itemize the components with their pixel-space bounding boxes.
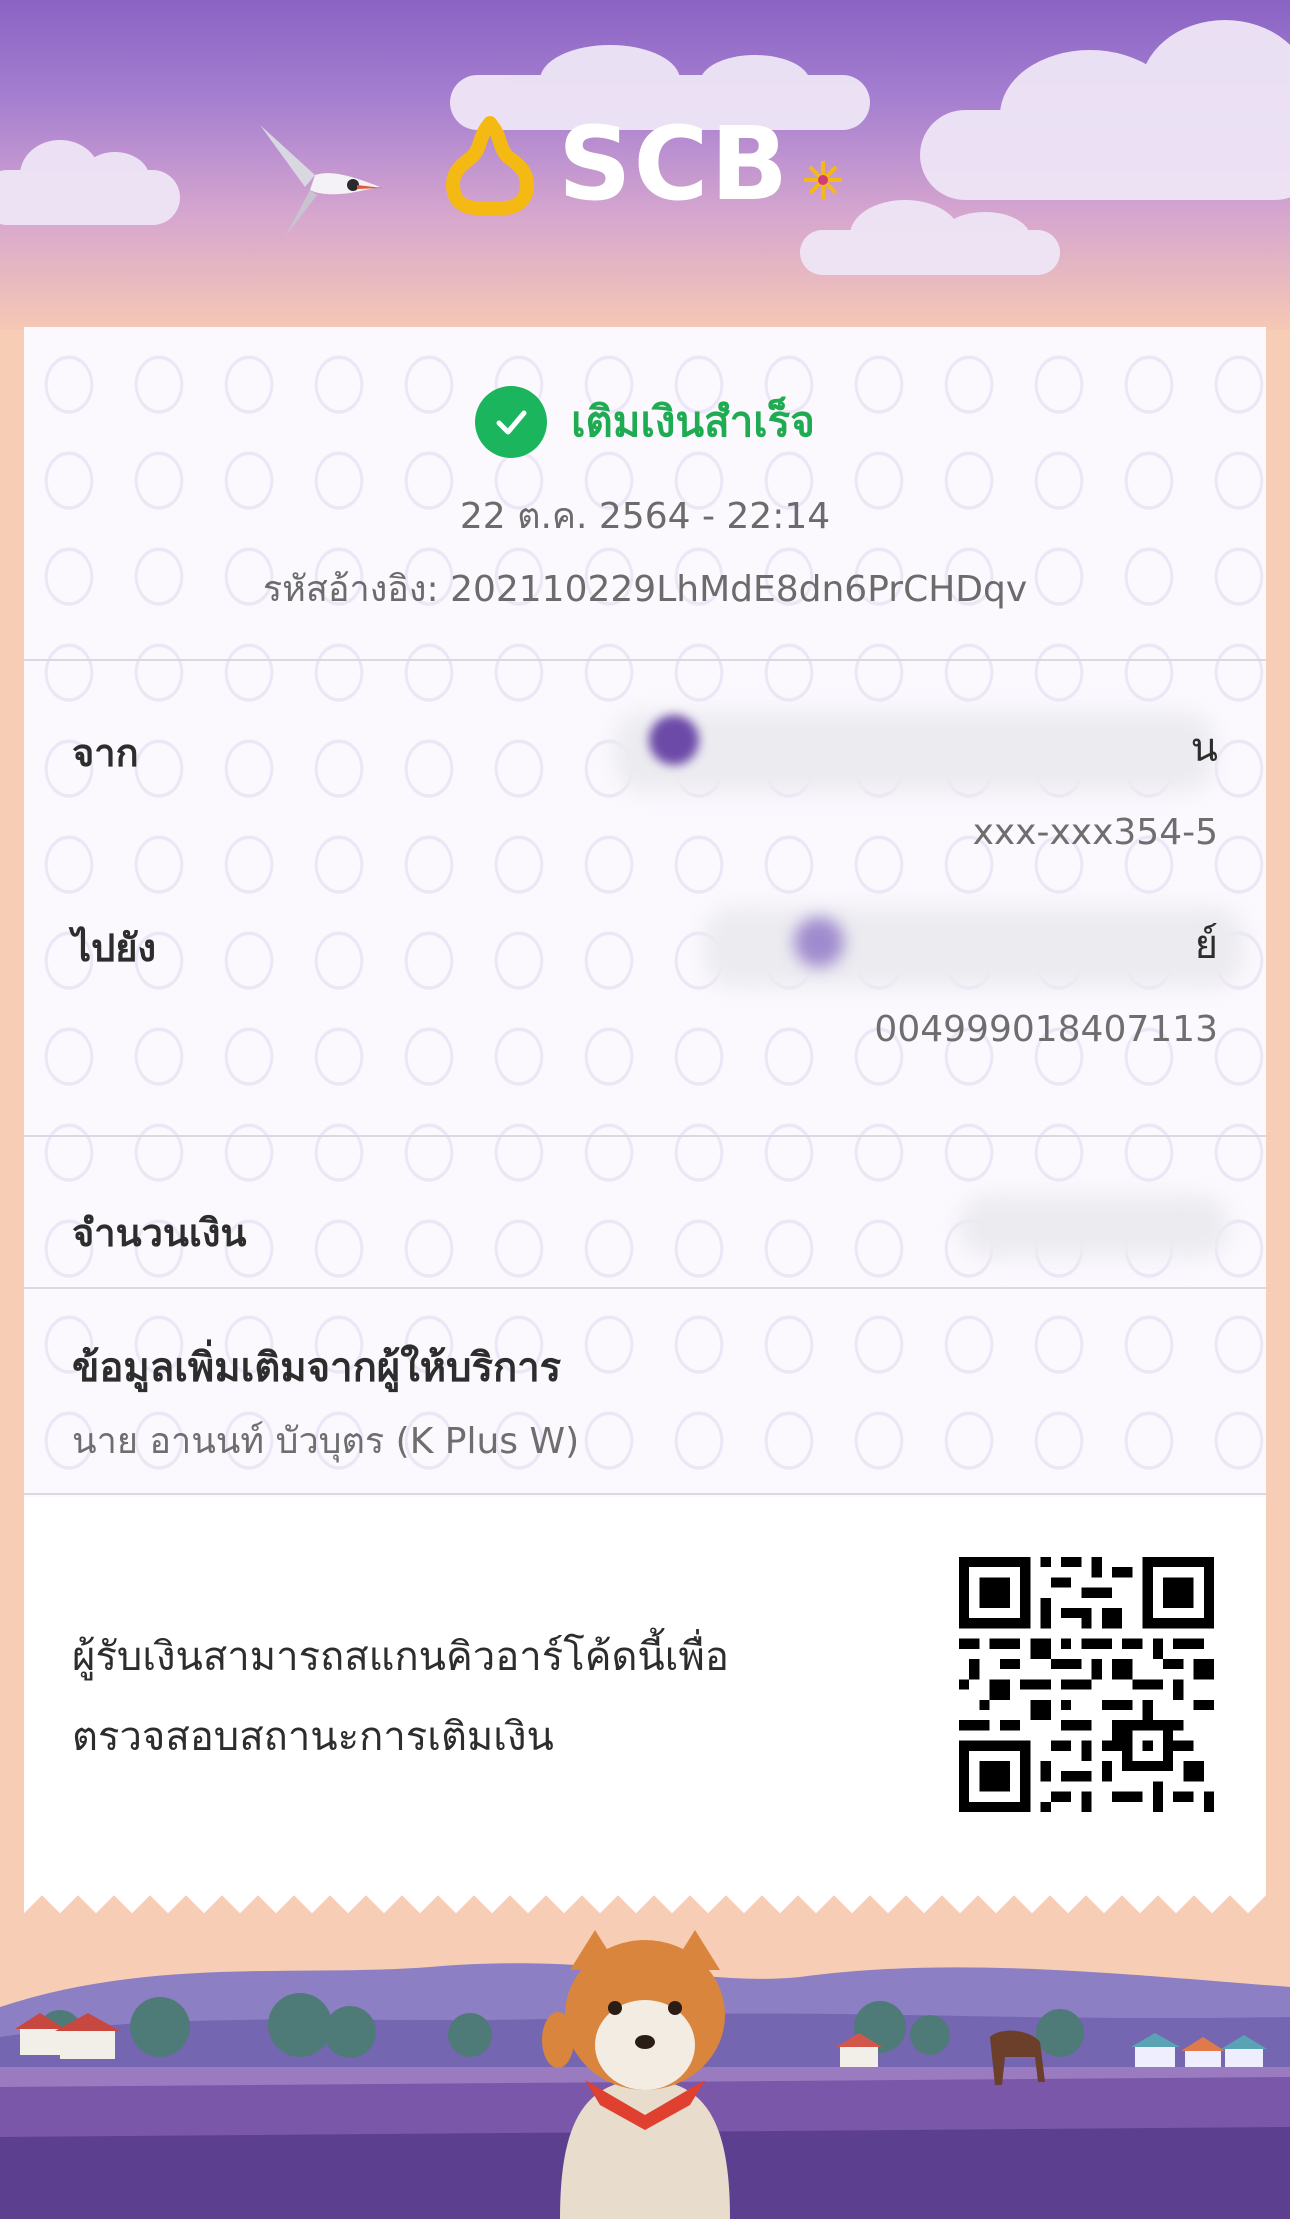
cloud: [920, 20, 1290, 200]
amount-label: จำนวนเงิน: [72, 1211, 247, 1255]
to-account: 004999018407113: [874, 1009, 1218, 1050]
check-icon: [475, 386, 548, 458]
recipient-bank-icon: [794, 917, 844, 967]
receipt-card: เติมเงินสำเร็จ 22 ต.ค. 2564 - 22:14 รหัส…: [24, 327, 1266, 1877]
to-label: ไปยัง: [72, 926, 157, 970]
divider: [24, 1287, 1266, 1289]
sparkle-icon: [804, 161, 843, 199]
divider: [24, 659, 1266, 661]
receipt-zigzag-edge: [24, 1877, 1266, 1917]
redacted-sender-name: [614, 712, 1214, 792]
status-row: เติมเงินสำเร็จ: [24, 382, 1266, 462]
qr-note-line1: ผู้รับเงินสามารถสแกนคิวอาร์โค้ดนี้เพื่อ: [72, 1634, 729, 1680]
brand-name: SCB: [558, 105, 791, 224]
header-banner: SCB: [0, 0, 1290, 330]
to-name-suffix: ย์: [1194, 922, 1218, 968]
reference-row: รหัสอ้างอิง: 202110229LhMdE8dn6PrCHDqv: [24, 560, 1266, 617]
scb-logo: SCB: [440, 110, 860, 220]
scb-logo-mark: [446, 116, 534, 215]
transaction-datetime: 22 ต.ค. 2564 - 22:14: [459, 496, 831, 537]
status-text: เติมเงินสำเร็จ: [571, 397, 815, 446]
sender-bank-icon: [649, 715, 699, 765]
qr-code[interactable]: [959, 1557, 1214, 1812]
from-label: จาก: [72, 731, 139, 775]
shiba-dog-illustration: [542, 1930, 730, 2219]
redacted-recipient-name: [704, 907, 1244, 987]
from-name-suffix: น: [1190, 725, 1218, 771]
provider-info-value: นาย อานนท์ บัวบุตร (K Plus W): [72, 1421, 580, 1462]
qr-note: ผู้รับเงินสามารถสแกนคิวอาร์โค้ดนี้เพื่อ …: [72, 1617, 812, 1777]
divider: [24, 1493, 1266, 1495]
divider: [24, 1135, 1266, 1137]
cloud: [0, 140, 180, 225]
qr-section: ผู้รับเงินสามารถสแกนคิวอาร์โค้ดนี้เพื่อ …: [24, 1497, 1266, 1877]
bird-icon: [260, 125, 383, 237]
qr-note-line2: ตรวจสอบสถานะการเติมเงิน: [72, 1714, 554, 1760]
from-account: xxx-xxx354-5: [972, 812, 1218, 853]
provider-info-title: ข้อมูลเพิ่มเติมจากผู้ให้บริการ: [72, 1345, 562, 1391]
reference-label: รหัสอ้างอิง:: [262, 569, 439, 610]
redacted-amount: [959, 1195, 1229, 1257]
cloud: [800, 200, 1060, 275]
reference-value: 202110229LhMdE8dn6PrCHDqv: [450, 569, 1028, 610]
